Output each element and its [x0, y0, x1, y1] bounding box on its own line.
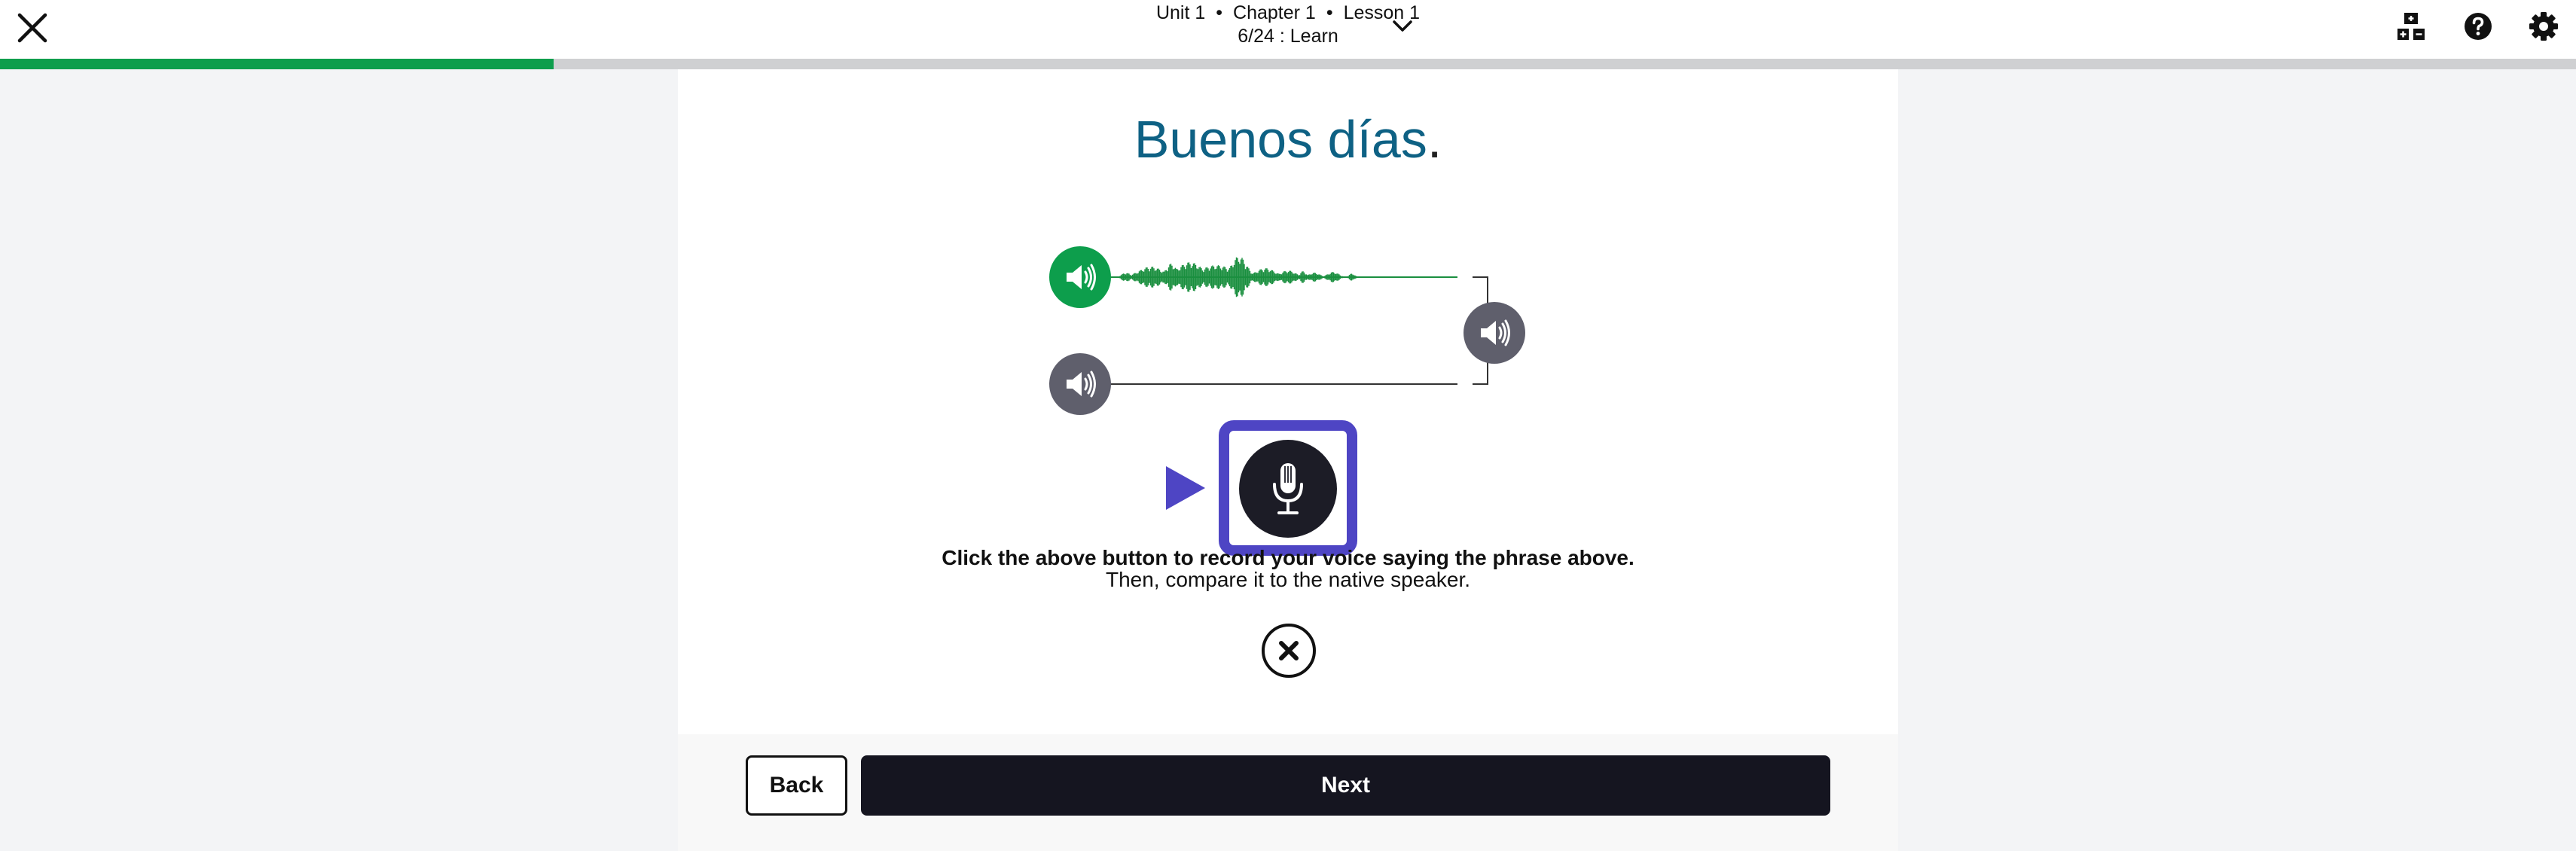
record-button[interactable]: [1219, 420, 1357, 556]
waveform-bars: [1117, 257, 1358, 297]
gear-icon[interactable]: [2528, 11, 2559, 42]
help-icon[interactable]: [2462, 11, 2494, 42]
waveform-comparison: [1107, 257, 1488, 385]
breadcrumb-chapter: Chapter 1: [1233, 2, 1316, 23]
step-indicator: 6/24 : Learn: [1238, 26, 1338, 47]
breadcrumb-separator: •: [1326, 2, 1333, 23]
phrase-title: Buenos días.: [678, 105, 1898, 173]
breadcrumb-unit: Unit 1: [1155, 2, 1206, 23]
phrase-punctuation: .: [1427, 110, 1442, 169]
user-audio-button[interactable]: [1049, 353, 1111, 415]
back-button[interactable]: Back: [746, 755, 847, 816]
chevron-down-icon[interactable]: [1389, 15, 1416, 36]
play-arrow-icon: [1166, 466, 1205, 510]
lesson-progress-fill: [0, 59, 554, 69]
next-button[interactable]: Next: [861, 755, 1830, 816]
record-button-circle: [1239, 440, 1337, 538]
phrase-text: Buenos días: [1134, 110, 1427, 169]
speaker-icon: [1067, 264, 1096, 291]
top-bar: Unit 1 • Chapter 1 • Lesson 1 6/24 : Learn: [0, 0, 2576, 59]
lesson-progress-bar: [0, 59, 2576, 69]
breadcrumb: Unit 1 • Chapter 1 • Lesson 1 6/24 : Learn: [0, 2, 2576, 48]
speaker-icon: [1067, 371, 1096, 398]
instruction-subtext: Then, compare it to the native speaker.: [1105, 568, 1471, 591]
native-audio-button[interactable]: [1049, 246, 1111, 308]
clear-recording-button[interactable]: [1262, 624, 1316, 678]
instruction-text: Click the above button to record your vo…: [942, 546, 1634, 569]
close-icon: [1279, 641, 1299, 660]
compare-audio-button[interactable]: [1463, 302, 1525, 364]
native-waveform: [1117, 257, 1358, 297]
microphone-icon: [1273, 463, 1303, 514]
lesson-map-icon[interactable]: [2395, 11, 2427, 42]
speaker-icon: [1481, 319, 1510, 346]
breadcrumb-separator: •: [1216, 2, 1223, 23]
